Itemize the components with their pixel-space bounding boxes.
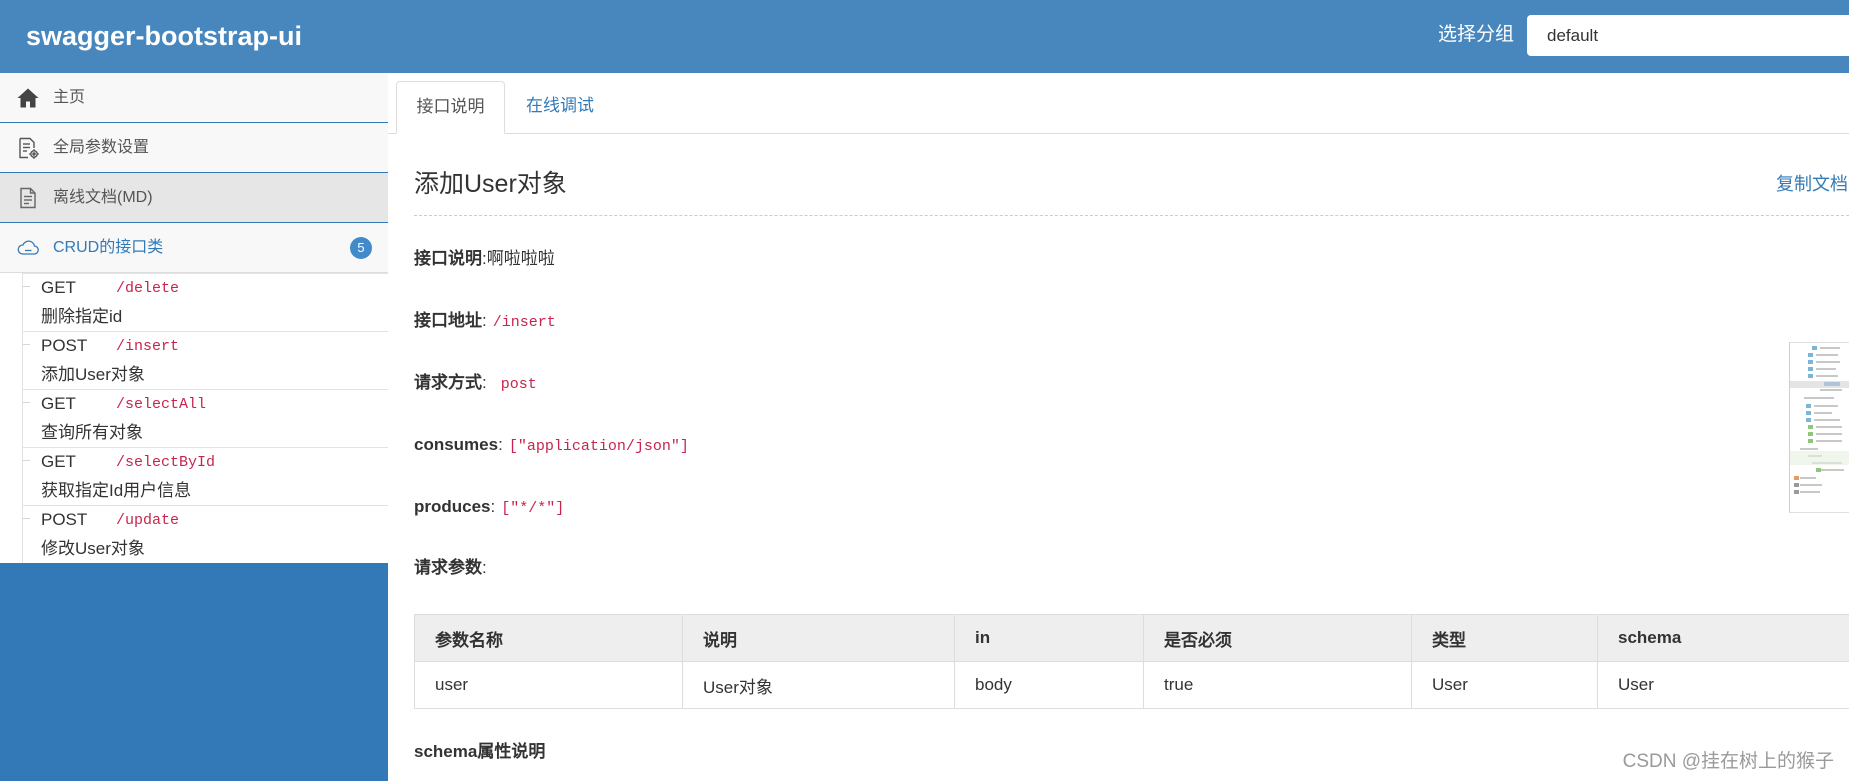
request-params-table: 参数名称 说明 in 是否必须 类型 schema user User对象 bo…: [414, 614, 1849, 709]
endpoint-summary: 删除指定id: [41, 307, 123, 326]
sidebar-item-label: 主页: [53, 89, 86, 106]
settings-document-icon: [16, 136, 40, 160]
copy-doc-link[interactable]: 复制文档: [1776, 173, 1848, 195]
field-produces: produces: ["*/*"]: [414, 495, 564, 521]
sidebar-item-label: 全局参数设置: [53, 139, 150, 156]
table-cell: User: [1411, 661, 1598, 709]
field-label: 请求方式: [414, 373, 482, 392]
sidebar-item-home[interactable]: 主页: [0, 73, 388, 122]
field-value: post: [500, 376, 537, 393]
tree-connector: [22, 344, 30, 345]
endpoint-count-badge: 5: [350, 237, 372, 259]
endpoint-item-insert[interactable]: POST /insert 添加User对象: [0, 331, 388, 389]
field-consumes: consumes: ["application/json"]: [414, 433, 689, 459]
endpoint-method: GET: [41, 278, 76, 297]
endpoint-method: GET: [41, 452, 76, 471]
schema-label: schema属性说明: [414, 742, 546, 761]
app-title: swagger-bootstrap-ui: [26, 21, 303, 51]
field-label: 接口地址: [414, 311, 482, 330]
endpoint-path: /update: [116, 512, 180, 529]
field-label: consumes: [414, 435, 499, 454]
column-header: in: [954, 614, 1144, 662]
column-header: 是否必须: [1143, 614, 1412, 662]
page-title: 添加User对象: [414, 170, 567, 198]
main-content: 接口说明 在线调试 添加User对象 复制文档 接口说明:啊啦啦啦 接口地址: /…: [388, 73, 1849, 781]
endpoint-path: /delete: [116, 280, 180, 297]
tab-bar: 接口说明 在线调试: [388, 81, 1849, 134]
column-header: 说明: [682, 614, 955, 662]
sidebar-group-label: CRUD的接口类: [53, 239, 164, 256]
tree-connector: [22, 286, 30, 287]
table-row: user User对象 body true User User: [414, 661, 1849, 709]
endpoint-item-delete[interactable]: GET /delete 删除指定id: [0, 273, 388, 331]
tree-connector: [22, 518, 30, 519]
endpoint-summary: 修改User对象: [41, 539, 145, 558]
field-separator: :: [482, 558, 487, 577]
endpoint-item-selectbyid[interactable]: GET /selectById 获取指定Id用户信息: [0, 447, 388, 505]
field-label: 请求参数: [414, 558, 482, 577]
endpoint-summary: 查询所有对象: [41, 423, 143, 442]
field-label: 接口说明: [414, 249, 482, 268]
endpoint-method: GET: [41, 394, 76, 413]
endpoint-summary: 获取指定Id用户信息: [41, 481, 192, 500]
field-value: 啊啦啦啦: [486, 249, 555, 268]
title-divider: [414, 215, 1849, 216]
endpoint-method: POST: [41, 510, 88, 529]
column-header: schema: [1597, 614, 1849, 662]
group-select-label: 选择分组: [1438, 24, 1515, 45]
sidebar-item-offline-docs[interactable]: 离线文档(MD): [0, 173, 388, 222]
sidebar: 主页 全局参数设置 离线文档(MD) CRUD的接口类 5 GET /delet…: [0, 73, 388, 781]
endpoint-method: POST: [41, 336, 88, 355]
endpoint-item-update[interactable]: POST /update 修改User对象: [0, 505, 388, 563]
endpoint-path: /selectById: [116, 454, 216, 471]
table-header-row: 参数名称 说明 in 是否必须 类型 schema: [414, 614, 1849, 662]
table-cell: true: [1143, 661, 1412, 709]
field-description: 接口说明:啊啦啦啦: [414, 247, 555, 271]
tab-api-description[interactable]: 接口说明: [396, 81, 505, 134]
field-label: produces: [414, 497, 491, 516]
table-cell: User对象: [682, 661, 955, 709]
column-header: 参数名称: [414, 614, 683, 662]
field-separator: :: [482, 311, 487, 330]
field-separator: :: [498, 435, 503, 454]
file-tree-thumbnail: [1789, 342, 1849, 513]
api-cloud-icon: [16, 236, 40, 260]
schema-section-title: schema属性说明: [414, 740, 545, 764]
sidebar-item-label: 离线文档(MD): [53, 189, 153, 206]
endpoint-item-selectall[interactable]: GET /selectAll 查询所有对象: [0, 389, 388, 447]
field-request-method: 请求方式: post: [414, 371, 537, 397]
table-cell: body: [954, 661, 1144, 709]
field-value: /insert: [492, 314, 556, 331]
sidebar-group-crud[interactable]: CRUD的接口类 5: [0, 223, 388, 273]
field-request-params: 请求参数:: [414, 556, 487, 580]
home-icon: [16, 86, 40, 110]
tree-connector: [22, 402, 30, 403]
field-address: 接口地址: /insert: [414, 309, 556, 335]
group-select[interactable]: default: [1527, 15, 1849, 56]
top-header: swagger-bootstrap-ui 选择分组 default: [0, 0, 1849, 73]
field-separator: :: [482, 373, 487, 392]
csdn-watermark: CSDN @挂在树上的猴子: [1622, 751, 1834, 772]
endpoint-path: /selectAll: [116, 396, 207, 413]
tab-online-debug[interactable]: 在线调试: [526, 81, 594, 134]
table-cell: user: [414, 661, 683, 709]
sidebar-item-global-params[interactable]: 全局参数设置: [0, 123, 388, 172]
endpoint-path: /insert: [116, 338, 180, 355]
table-cell: User: [1597, 661, 1849, 709]
field-separator: :: [490, 497, 496, 516]
column-header: 类型: [1411, 614, 1598, 662]
tree-connector: [22, 460, 30, 461]
field-value: ["*/*"]: [501, 500, 565, 517]
field-value: ["application/json"]: [508, 438, 689, 455]
document-icon: [16, 186, 40, 210]
endpoint-list: GET /delete 删除指定id POST /insert 添加User对象…: [0, 273, 388, 563]
endpoint-summary: 添加User对象: [41, 365, 145, 384]
